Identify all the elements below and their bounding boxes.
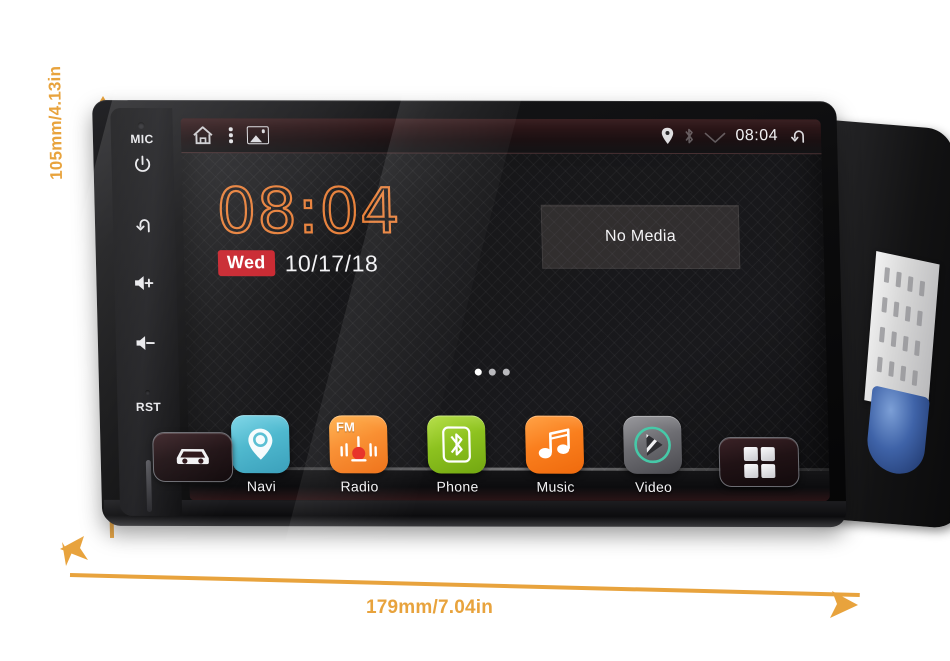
- product-photo-canvas: 105mm/4.13in 179mm/7.04in MIC RST 08:04 …: [0, 0, 950, 661]
- app-grid-icon: [743, 446, 775, 478]
- power-icon: [135, 155, 151, 172]
- status-bar-clock: 08:04: [735, 127, 779, 145]
- android-status-bar: 08:04: [180, 118, 822, 155]
- height-dimension-label: 105mm/4.13in: [45, 65, 66, 180]
- map-pin-icon: [248, 428, 273, 460]
- page-dot-2[interactable]: [488, 368, 496, 376]
- app-label-video: Video: [634, 478, 673, 495]
- bezel-bottom-edge: [103, 499, 847, 528]
- car-mode-button[interactable]: [152, 431, 234, 483]
- bezel-slider-accent: [145, 459, 153, 512]
- app-item-music[interactable]: Music: [516, 415, 594, 495]
- app-item-phone[interactable]: Phone: [418, 415, 496, 495]
- app-label-radio: Radio: [340, 478, 379, 495]
- app-list: Navi FM Radio Phone Music Video: [222, 415, 692, 495]
- hw-button-back[interactable]: [113, 214, 176, 236]
- page-dot-3[interactable]: [502, 368, 510, 376]
- hw-button-volume-up[interactable]: [114, 274, 176, 292]
- hw-label-reset: RST: [135, 399, 162, 415]
- app-drawer-button[interactable]: [718, 436, 800, 488]
- volume-up-icon: [135, 276, 154, 290]
- music-note-icon: [538, 428, 570, 459]
- clock-widget[interactable]: 08:04 Wed 10/17/18: [215, 173, 403, 277]
- clock-time: 08:04: [215, 173, 403, 248]
- width-dimension-label: 179mm/7.04in: [366, 597, 494, 618]
- navi-icon-tile: [230, 415, 291, 474]
- car-head-unit-device: MIC RST 08:04 08:04 Wed 10/17/18 No Medi…: [0, 70, 950, 541]
- page-indicator: [474, 368, 510, 376]
- app-item-radio[interactable]: FM Radio: [320, 415, 398, 494]
- video-icon-tile: [622, 415, 683, 474]
- app-label-phone: Phone: [436, 478, 479, 495]
- wifi-icon: [704, 131, 726, 143]
- hw-button-power[interactable]: [111, 154, 174, 174]
- phone-icon-tile: [426, 415, 487, 474]
- device-bezel: MIC RST 08:04 08:04 Wed 10/17/18 No Medi…: [0, 70, 847, 541]
- volume-down-icon: [136, 336, 155, 350]
- bluetooth-icon: [685, 128, 694, 144]
- fm-tag-label: FM: [335, 419, 356, 435]
- weekday-badge: Wed: [217, 250, 275, 277]
- back-arrow-icon[interactable]: [787, 126, 809, 146]
- width-arrow-left-icon: [60, 536, 88, 560]
- back-arrow-icon: [136, 219, 150, 233]
- hw-button-volume-down[interactable]: [116, 334, 178, 352]
- app-label-navi: Navi: [246, 478, 277, 495]
- app-item-video[interactable]: Video: [614, 415, 692, 495]
- page-dot-1[interactable]: [474, 368, 482, 376]
- car-icon: [176, 449, 209, 465]
- reset-pinhole-icon[interactable]: [145, 389, 151, 396]
- width-dimension-line: [69, 573, 860, 597]
- date-text: 10/17/18: [284, 250, 379, 277]
- overflow-menu-icon[interactable]: [228, 127, 233, 143]
- clock-date-row: Wed 10/17/18: [217, 250, 402, 277]
- music-icon-tile: [524, 415, 585, 474]
- wallpaper-icon[interactable]: [246, 126, 269, 145]
- width-arrow-right-icon: [830, 591, 858, 618]
- status-bar-right-icons: 08:04: [661, 126, 821, 146]
- fm-tuner-icon: [340, 435, 377, 462]
- video-play-icon: [634, 426, 671, 464]
- status-bar-left-icons: [181, 124, 269, 146]
- app-item-navi[interactable]: Navi: [222, 415, 300, 494]
- hw-label-mic: MIC: [130, 132, 154, 147]
- microphone-hole-icon: [137, 122, 145, 130]
- app-label-music: Music: [536, 478, 575, 495]
- radio-icon-tile: FM: [328, 415, 389, 474]
- media-widget[interactable]: No Media: [540, 204, 741, 270]
- media-widget-text: No Media: [604, 227, 677, 245]
- bluetooth-icon: [442, 426, 471, 463]
- location-pin-icon: [662, 127, 674, 144]
- home-icon[interactable]: [191, 124, 216, 146]
